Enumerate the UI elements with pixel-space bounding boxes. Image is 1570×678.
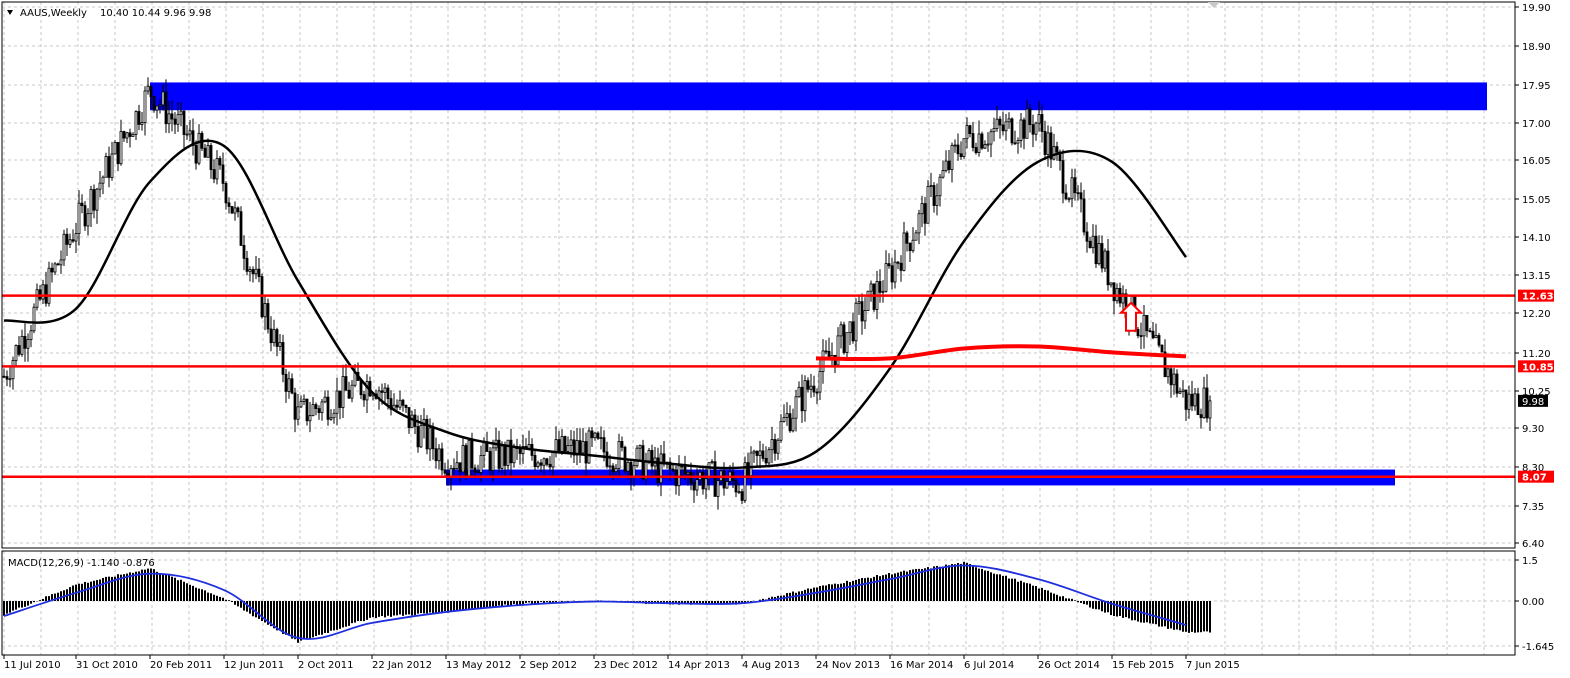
time-tick-label: 22 Jan 2012 <box>372 660 432 671</box>
time-tick-label: 6 Jul 2014 <box>964 660 1014 671</box>
time-tick-label: 13 May 2012 <box>446 660 511 671</box>
price-tick-label: 18.90 <box>1522 42 1551 53</box>
svg-text:9.98: 9.98 <box>1522 397 1544 408</box>
candle <box>113 140 117 155</box>
candle <box>980 131 984 150</box>
candle <box>926 180 930 224</box>
candle <box>587 427 591 464</box>
candle <box>230 206 234 214</box>
candle <box>464 442 468 480</box>
trading-chart-window[interactable]: 19.90 18.90 17.95 17.00 16.05 15.05 14.10 13.15… <box>0 0 1570 674</box>
candle <box>152 95 156 113</box>
candle <box>1103 248 1107 272</box>
candle <box>1160 344 1164 353</box>
candle <box>842 321 846 355</box>
symbol-header: AAUS,Weekly <box>20 8 87 19</box>
price-tick-label: 6.40 <box>1522 539 1544 550</box>
price-tick-label: 11.20 <box>1522 349 1551 360</box>
candle <box>563 435 567 454</box>
price-tick-label: 13.15 <box>1522 271 1551 282</box>
price-tick-label: 17.95 <box>1522 81 1551 92</box>
svg-text:12.63: 12.63 <box>1522 292 1554 303</box>
resistance-zone[interactable] <box>150 82 1487 111</box>
time-tick-label: 11 Jul 2010 <box>4 660 61 671</box>
macd-header: MACD(12,26,9) -1.140 -0.876 <box>8 558 155 569</box>
price-tick-label: 17.00 <box>1522 119 1551 130</box>
chart-canvas[interactable]: 19.90 18.90 17.95 17.00 16.05 15.05 14.10 13.15… <box>0 0 1570 674</box>
price-tick-label: 16.05 <box>1522 156 1551 167</box>
last-price-label: 9.98 <box>1518 394 1548 408</box>
time-tick-label: 15 Feb 2015 <box>1112 660 1174 671</box>
level-price-label: 10.85 <box>1518 360 1554 373</box>
level-price-label: 8.07 <box>1518 470 1554 484</box>
candle <box>467 440 471 477</box>
candle <box>1010 117 1014 146</box>
candle <box>266 298 270 334</box>
candle <box>47 261 51 307</box>
time-tick-label: 12 Jun 2011 <box>224 660 284 671</box>
price-tick-label: 12.20 <box>1522 309 1551 320</box>
macd-tick-label: 0.00 <box>1522 597 1544 608</box>
time-tick-label: 4 Aug 2013 <box>742 660 800 671</box>
price-tick-label: 7.35 <box>1522 502 1544 513</box>
price-tick-label: 14.10 <box>1522 233 1551 244</box>
time-tick-label: 31 Oct 2010 <box>76 660 138 671</box>
candle <box>239 206 243 246</box>
level-price-label: 12.63 <box>1518 289 1554 303</box>
candle <box>872 283 876 312</box>
time-tick-label: 2 Oct 2011 <box>298 660 353 671</box>
candle <box>104 152 108 178</box>
price-tick-label: 9.30 <box>1522 424 1544 435</box>
candle <box>866 290 870 311</box>
price-tick-label: 19.90 <box>1522 3 1551 14</box>
macd-tick-label: 1.5 <box>1522 556 1538 567</box>
candle <box>425 415 429 455</box>
time-tick-label: 7 Jun 2015 <box>1186 660 1240 671</box>
ohlc-header: 10.40 10.44 9.96 9.98 <box>100 8 211 19</box>
time-tick-label: 2 Sep 2012 <box>520 660 577 671</box>
time-tick-label: 14 Apr 2013 <box>668 660 730 671</box>
svg-text:10.85: 10.85 <box>1522 362 1554 373</box>
time-tick-label: 23 Dec 2012 <box>594 660 658 671</box>
time-tick-label: 16 Mar 2014 <box>890 660 953 671</box>
candle <box>1157 332 1161 348</box>
time-tick-label: 24 Nov 2013 <box>816 660 880 671</box>
price-tick-label: 15.05 <box>1522 195 1551 206</box>
macd-tick-label: -1.645 <box>1522 642 1554 653</box>
time-tick-label: 26 Oct 2014 <box>1038 660 1100 671</box>
candle <box>962 138 966 159</box>
candle <box>32 303 36 334</box>
time-tick-label: 20 Feb 2011 <box>150 660 212 671</box>
svg-text:8.07: 8.07 <box>1522 473 1547 484</box>
candle <box>743 456 747 503</box>
candle <box>635 445 639 468</box>
